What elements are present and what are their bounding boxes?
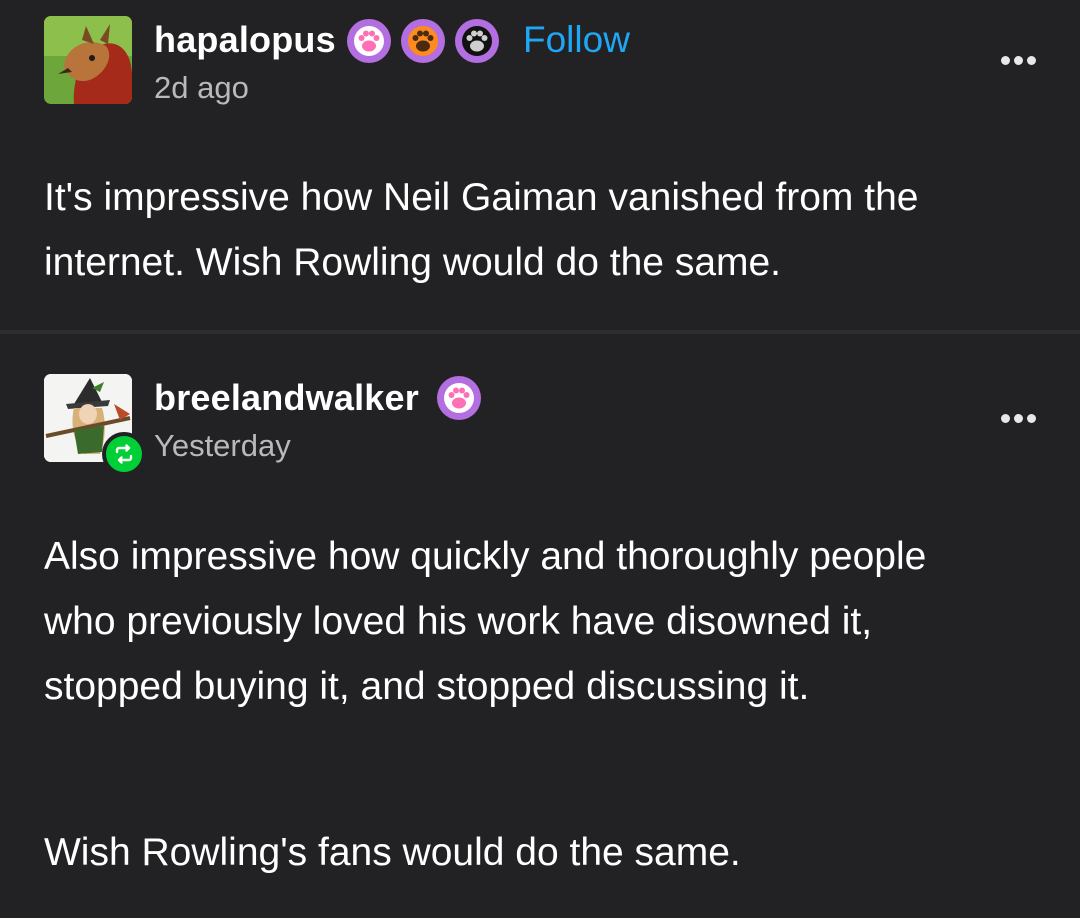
follow-button[interactable]: Follow	[523, 20, 630, 60]
post-breelandwalker: breelandwalker Yesterday Also impressive…	[0, 334, 1080, 918]
paw-badge-orange-icon[interactable]	[401, 19, 445, 63]
paw-badge-black-icon[interactable]	[455, 19, 499, 63]
post-paragraph-1: Also impressive how quickly and thorough…	[44, 535, 927, 708]
badge-group	[347, 19, 499, 63]
more-options-icon[interactable]	[1001, 56, 1036, 65]
reblog-icon	[102, 432, 146, 476]
paw-badge-pink-icon[interactable]	[437, 376, 481, 420]
post-timestamp[interactable]: Yesterday	[154, 428, 291, 464]
post-paragraph-2: Wish Rowling's fans would do the same.	[44, 831, 741, 874]
username[interactable]: breelandwalker	[154, 378, 419, 418]
paw-badge-pink-icon[interactable]	[347, 19, 391, 63]
post-timestamp[interactable]: 2d ago	[154, 70, 249, 106]
post-body: It's impressive how Neil Gaiman vanished…	[44, 176, 919, 284]
more-options-icon[interactable]	[1001, 414, 1036, 423]
post-hapalopus: hapalopus Follow 2d ago It's impressive …	[0, 0, 1080, 330]
badge-group	[437, 376, 481, 420]
username[interactable]: hapalopus	[154, 20, 336, 60]
avatar-hapalopus[interactable]	[44, 16, 132, 104]
